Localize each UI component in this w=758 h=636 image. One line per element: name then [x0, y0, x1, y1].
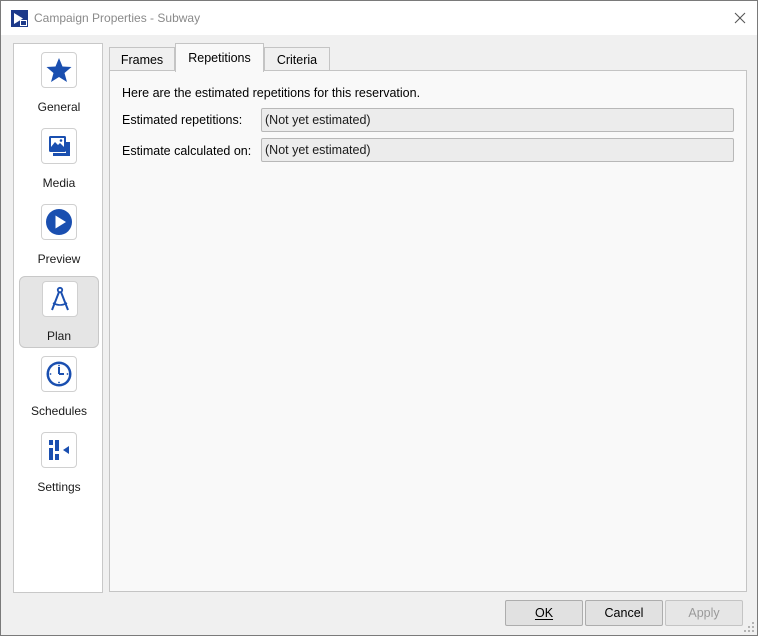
sidebar-item-schedules[interactable]: Schedules — [19, 352, 99, 424]
sidebar-item-label: General — [37, 100, 81, 114]
estimate-calculated-field: (Not yet estimated) — [261, 138, 734, 162]
play-icon — [41, 204, 77, 240]
apply-button[interactable]: Apply — [665, 600, 743, 626]
star-icon — [41, 52, 77, 88]
tab-frames[interactable]: Frames — [109, 47, 175, 71]
category-sidebar: General Media Preview Plan Schedules Set… — [13, 43, 103, 593]
intro-text: Here are the estimated repetitions for t… — [122, 86, 421, 100]
apply-button-label: Apply — [688, 606, 720, 620]
compass-icon — [42, 281, 78, 317]
ok-button[interactable]: OK — [505, 600, 583, 626]
sidebar-item-plan[interactable]: Plan — [19, 276, 99, 348]
cancel-button[interactable]: Cancel — [585, 600, 663, 626]
sidebar-item-settings[interactable]: Settings — [19, 428, 99, 500]
settings-sliders-icon — [41, 432, 77, 468]
close-icon — [734, 12, 746, 24]
close-button[interactable] — [725, 3, 755, 33]
tab-repetitions[interactable]: Repetitions — [175, 43, 264, 72]
clock-icon — [41, 356, 77, 392]
resize-grip-icon[interactable] — [743, 621, 755, 633]
tab-label: Repetitions — [188, 51, 251, 65]
sidebar-item-preview[interactable]: Preview — [19, 200, 99, 272]
ok-button-label: OK — [534, 606, 554, 620]
sidebar-item-label: Plan — [46, 329, 72, 343]
estimated-repetitions-field: (Not yet estimated) — [261, 108, 734, 132]
tab-criteria[interactable]: Criteria — [264, 47, 330, 71]
estimated-repetitions-label: Estimated repetitions: — [122, 113, 243, 127]
sidebar-item-label: Media — [42, 176, 76, 190]
estimate-calculated-label: Estimate calculated on: — [122, 144, 252, 158]
media-image-icon — [41, 128, 77, 164]
tab-label: Criteria — [276, 52, 318, 67]
window-title: Campaign Properties - Subway — [34, 11, 201, 25]
sidebar-item-general[interactable]: General — [19, 48, 99, 120]
sidebar-item-media[interactable]: Media — [19, 124, 99, 196]
tab-label: Frames — [120, 52, 164, 67]
title-bar: Campaign Properties - Subway — [1, 1, 757, 35]
sidebar-item-label: Schedules — [30, 404, 88, 418]
dialog-window: Campaign Properties - Subway General Med… — [0, 0, 758, 636]
sidebar-item-label: Preview — [37, 252, 81, 266]
repetitions-panel: Here are the estimated repetitions for t… — [109, 70, 747, 592]
sidebar-item-label: Settings — [37, 480, 81, 494]
app-logo-icon — [11, 10, 28, 27]
cancel-button-label: Cancel — [604, 606, 644, 620]
